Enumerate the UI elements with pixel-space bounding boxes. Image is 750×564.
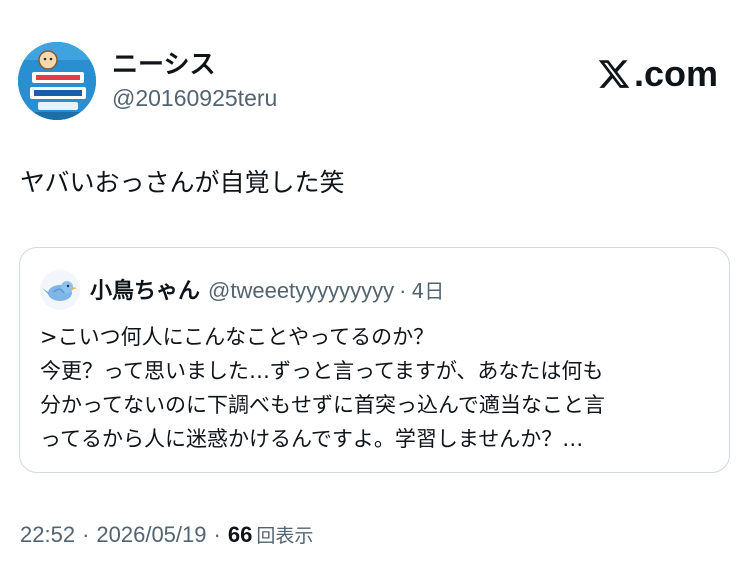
quote-timestamp[interactable]: 4日 <box>412 276 445 306</box>
post-date[interactable]: 2026/05/19 <box>96 520 206 550</box>
bird-avatar <box>40 270 80 310</box>
tweet-footer: 22:52 · 2026/05/19 · 66 回表示 <box>20 520 313 551</box>
quote-line: >こいつ何人にこんなことやってるのか？ <box>40 325 435 349</box>
quote-display-name[interactable]: 小鳥ちゃん <box>90 277 200 307</box>
quote-line: ってるから人に迷惑かけるんですよ。学習しませんか？… <box>40 427 584 451</box>
brand-logo: .com <box>596 52 718 96</box>
author-avatar[interactable] <box>18 42 96 120</box>
quote-header: 小鳥ちゃん @tweeetyyyyyyyyy · 4日 <box>90 276 444 307</box>
quote-line: 今更？って思いました…ずっと言ってますが、あなたは何も <box>40 359 604 383</box>
footer-separator: · <box>213 522 221 547</box>
x-logo-icon <box>598 60 630 88</box>
quote-handle[interactable]: @tweeetyyyyyyyyy <box>208 276 394 306</box>
footer-separator: · <box>82 522 90 547</box>
quote-separator: · <box>399 278 407 303</box>
quoted-tweet[interactable]: 小鳥ちゃん @tweeetyyyyyyyyy · 4日 >こいつ何人にこんなこと… <box>19 247 730 473</box>
quote-line: 分かってないのに下調べもせずに首突っ込んで適当なこと言 <box>40 393 605 417</box>
quote-avatar[interactable] <box>40 270 80 310</box>
brand-label: .com <box>633 53 718 94</box>
soap-package-avatar <box>18 42 96 120</box>
author-display-name[interactable]: ニーシス <box>112 50 215 80</box>
author-handle[interactable]: @20160925teru <box>112 84 277 112</box>
views-label: 回表示 <box>256 525 314 547</box>
post-time[interactable]: 22:52 <box>20 520 75 550</box>
tweet-text: ヤバいおっさんが自覚した笑 <box>20 168 345 197</box>
quote-text: >こいつ何人にこんなことやってるのか？ 今更？って思いました…ずっと言ってますが… <box>40 320 720 456</box>
views-count[interactable]: 66 <box>228 520 252 550</box>
